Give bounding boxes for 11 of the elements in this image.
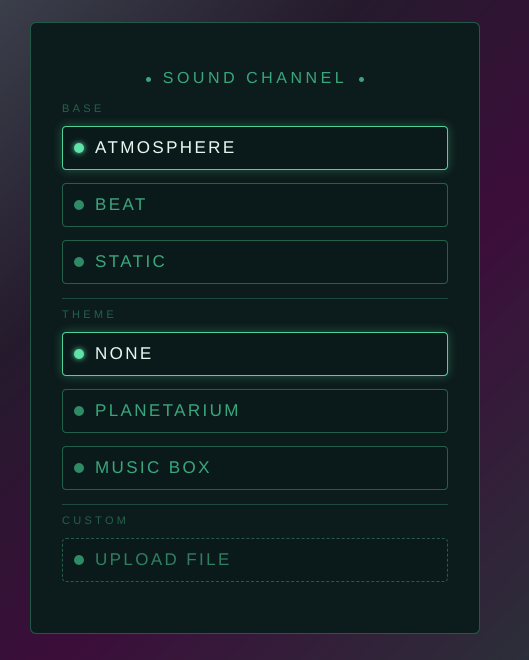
- section-label: BASE: [62, 102, 106, 116]
- sound-option-button[interactable]: BEAT: [62, 183, 448, 227]
- section-label: THEME: [62, 308, 118, 322]
- sound-option-button[interactable]: ATMOSPHERE: [62, 126, 448, 170]
- sound-option-button[interactable]: PLANETARIUM: [62, 389, 448, 433]
- upload-file-button[interactable]: UPLOAD FILE: [62, 538, 448, 582]
- section-label: CUSTOM: [62, 514, 130, 528]
- sound-option-button[interactable]: MUSIC BOX: [62, 446, 448, 490]
- panel-title: SOUND CHANNEL: [162, 69, 348, 89]
- sound-option-button[interactable]: STATIC: [62, 240, 448, 284]
- sound-option-button[interactable]: NONE: [62, 332, 448, 376]
